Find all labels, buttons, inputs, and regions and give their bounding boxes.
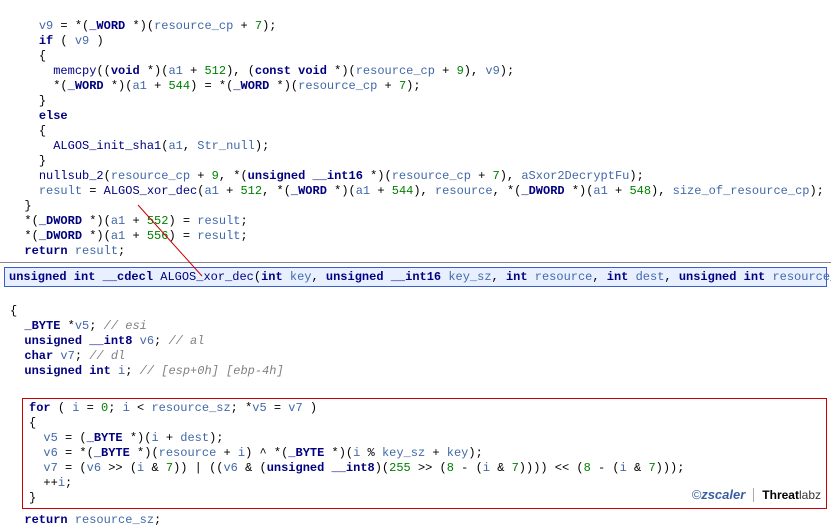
code-line: char v7; // dl <box>10 349 125 363</box>
decl-block: { _BYTE *v5; // esi unsigned __int8 v6; … <box>0 289 831 394</box>
code-line: ++i; <box>29 476 72 490</box>
code-line: { <box>10 49 46 63</box>
code-line: else <box>10 109 68 123</box>
code-line: { <box>10 124 46 138</box>
code-line: *(_DWORD *)(a1 + 552) = result; <box>10 214 248 228</box>
code-line: ALGOS_init_sha1(a1, Str_null); <box>10 139 269 153</box>
code-line: return result; <box>10 244 125 258</box>
footer-branding: ©zscaler Threatlabz <box>692 487 821 502</box>
code-line: { <box>29 416 36 430</box>
code-line: if ( v9 ) <box>10 34 104 48</box>
code-line: v9 = *(_WORD *)(resource_cp + 7); <box>10 19 277 33</box>
code-line: nullsub_2(resource_cp + 9, *(unsigned __… <box>10 169 644 183</box>
code-line <box>10 379 17 393</box>
code-line: _BYTE *v5; // esi <box>10 319 147 333</box>
code-line: } <box>10 154 46 168</box>
code-line: for ( i = 0; i < resource_sz; *v5 = v7 ) <box>29 401 317 415</box>
code-line: } <box>29 491 36 505</box>
threatlabz-logo: Threatlabz <box>762 488 821 502</box>
upper-code-block: v9 = *(_WORD *)(resource_cp + 7); if ( v… <box>0 0 831 259</box>
return-block: return resource_sz; <box>0 513 831 528</box>
footer-divider <box>753 488 754 502</box>
code-line: } <box>10 94 46 108</box>
code-line: return resource_sz; <box>10 513 161 527</box>
code-line: *(_WORD *)(a1 + 544) = *(_WORD *)(resour… <box>10 79 421 93</box>
code-line: } <box>10 199 32 213</box>
code-line: v6 = *(_BYTE *)(resource + i) ^ *(_BYTE … <box>29 446 483 460</box>
code-line: v7 = (v6 >> (i & 7)) | ((v6 & (unsigned … <box>29 461 684 475</box>
code-line: *(_DWORD *)(a1 + 556) = result; <box>10 229 248 243</box>
function-signature-box: unsigned int __cdecl ALGOS_xor_dec(int k… <box>4 267 827 287</box>
code-line: memcpy((void *)(a1 + 512), (const void *… <box>10 64 514 78</box>
code-line: v5 = (_BYTE *)(i + dest); <box>29 431 223 445</box>
code-line: result = ALGOS_xor_dec(a1 + 512, *(_WORD… <box>10 184 824 198</box>
code-line: { <box>10 304 17 318</box>
code-line: unsigned __int8 v6; // al <box>10 334 204 348</box>
code-line: unsigned int i; // [esp+0h] [ebp-4h] <box>10 364 284 378</box>
zscaler-logo: ©zscaler <box>692 487 746 502</box>
